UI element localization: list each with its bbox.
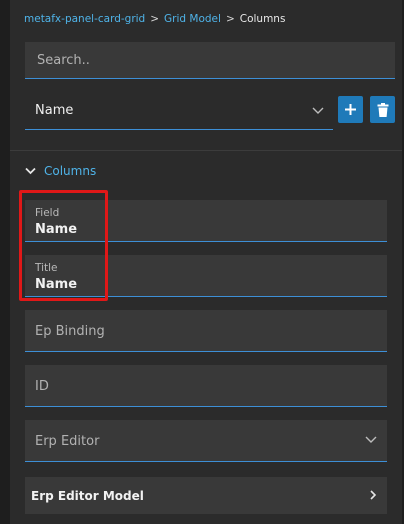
columns-section-toggle[interactable]: Columns [25, 162, 96, 180]
search-input[interactable] [35, 51, 395, 69]
field-input[interactable]: Field Name [25, 200, 387, 242]
section-divider [10, 150, 402, 151]
delete-column-button[interactable] [370, 96, 395, 123]
breadcrumb: metafx-panel-card-grid > Grid Model > Co… [24, 10, 285, 28]
erp-editor-placeholder: Erp Editor [35, 434, 100, 449]
title-input[interactable]: Title Name [25, 255, 387, 297]
id-input[interactable]: ID [25, 365, 387, 407]
title-label: Title [35, 262, 58, 274]
field-label: Field [35, 207, 60, 219]
erp-editor-select[interactable]: Erp Editor [25, 420, 387, 462]
add-column-button[interactable] [338, 96, 363, 123]
column-select[interactable]: Name [25, 91, 333, 130]
breadcrumb-item-grid-model[interactable]: Grid Model [164, 13, 221, 25]
breadcrumb-current: Columns [239, 13, 286, 25]
search-box [25, 42, 395, 79]
title-value: Name [35, 277, 78, 292]
chevron-down-icon [25, 167, 36, 175]
breadcrumb-item-panel[interactable]: metafx-panel-card-grid [24, 13, 145, 25]
ep-binding-input[interactable]: Ep Binding [25, 310, 387, 352]
breadcrumb-separator: > [150, 13, 160, 25]
field-value: Name [35, 222, 78, 237]
chevron-down-icon [312, 107, 324, 114]
ep-binding-placeholder: Ep Binding [35, 324, 105, 339]
trash-icon [377, 102, 388, 117]
app-root: metafx-panel-card-grid > Grid Model > Co… [0, 0, 404, 524]
id-placeholder: ID [35, 379, 49, 394]
plus-icon [345, 104, 356, 115]
chevron-down-icon [365, 436, 377, 443]
column-select-value: Name [35, 102, 74, 118]
chevron-right-icon [370, 490, 377, 500]
erp-editor-model-row[interactable]: Erp Editor Model [25, 477, 387, 514]
section-title: Columns [44, 164, 97, 178]
erp-editor-model-label: Erp Editor Model [31, 488, 144, 503]
breadcrumb-separator: > [225, 13, 235, 25]
